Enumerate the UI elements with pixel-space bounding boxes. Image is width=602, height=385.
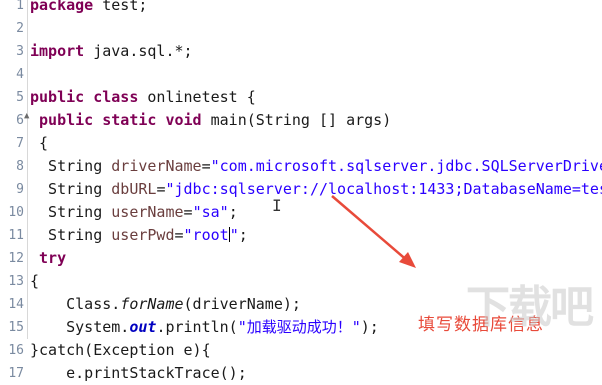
text-cursor-icon: I xyxy=(272,196,282,215)
code-token: ; xyxy=(238,226,248,244)
code-token: userPwd xyxy=(111,226,175,244)
code-token: String xyxy=(30,203,112,221)
code-token: "jdbc:sqlserver://localhost:1433;Databas… xyxy=(165,180,602,198)
line-number: 16 xyxy=(8,343,24,358)
code-line[interactable]: e.printStackTrace(); xyxy=(30,362,247,385)
code-token: String xyxy=(30,180,112,198)
code-token: "加载驱动成功！" xyxy=(237,318,361,336)
code-token: public class xyxy=(30,88,139,106)
code-token: = xyxy=(183,203,193,221)
watermark-logo: 下载吧 xyxy=(466,282,594,333)
code-line[interactable]: import java.sql.*; xyxy=(30,40,193,63)
code-line[interactable]: public class onlinetest { xyxy=(30,86,256,109)
line-number: 6 xyxy=(16,113,24,128)
code-token: "com.microsoft.sqlserver.jdbc.SQLServerD… xyxy=(210,157,602,175)
code-line[interactable]: String userName="sa"; xyxy=(30,201,238,224)
line-number: 10 xyxy=(8,205,24,220)
code-token: onlinetest { xyxy=(138,88,256,106)
code-token: try xyxy=(30,249,67,267)
code-token: String xyxy=(30,157,112,175)
code-token: forName xyxy=(120,295,184,313)
line-number: 17 xyxy=(8,366,24,381)
line-number: 2 xyxy=(16,21,24,36)
code-token: main(String [] args) xyxy=(201,111,392,129)
code-token: userName xyxy=(111,203,184,221)
line-number: 9 xyxy=(16,182,24,197)
code-token: import xyxy=(30,42,85,60)
code-token: Class. xyxy=(30,295,121,313)
code-token: driverName xyxy=(111,157,202,175)
code-token: java.sql.*; xyxy=(84,42,193,60)
code-token: .println( xyxy=(156,318,238,336)
code-token: public static void xyxy=(30,111,202,129)
code-token: "sa" xyxy=(192,203,229,221)
code-token: e.printStackTrace(); xyxy=(30,364,247,382)
code-token: ; xyxy=(228,203,238,221)
code-line[interactable]: String userPwd="root"; xyxy=(30,224,248,247)
line-number: 15 xyxy=(8,320,24,335)
code-line[interactable]: System.out.println("加载驱动成功！"); xyxy=(30,316,379,339)
code-token: package xyxy=(30,0,94,14)
code-token: (driverName); xyxy=(183,295,301,313)
code-line[interactable]: }catch(Exception e){ xyxy=(30,339,211,362)
code-token: System. xyxy=(30,318,130,336)
code-token: { xyxy=(30,272,40,290)
code-token: { xyxy=(30,134,49,152)
code-line[interactable]: { xyxy=(30,270,39,293)
line-number: 13 xyxy=(8,274,24,289)
code-line[interactable]: try xyxy=(30,247,66,270)
code-line[interactable]: Class.forName(driverName); xyxy=(30,293,301,316)
code-line[interactable]: { xyxy=(30,132,48,155)
code-token: = xyxy=(201,157,211,175)
code-line[interactable]: public static void main(String [] args) xyxy=(30,109,391,132)
code-token: ); xyxy=(360,318,379,336)
line-number-gutter: 1 2 3 4 5 6 ▲ 7 8 9 10 11 12 13 14 15 16 17 xyxy=(0,0,30,381)
override-marker-icon: ▲ xyxy=(24,111,30,121)
code-token: "root xyxy=(183,226,229,244)
code-line[interactable]: String dbURL="jdbc:sqlserver://localhost… xyxy=(30,178,602,201)
code-token: out xyxy=(129,318,157,336)
code-token: = xyxy=(174,226,184,244)
line-number: 5 xyxy=(16,90,24,105)
line-number: 3 xyxy=(16,44,24,59)
line-number: 8 xyxy=(16,159,24,174)
line-number: 4 xyxy=(16,67,24,82)
line-number: 1 xyxy=(16,0,24,13)
line-number: 14 xyxy=(8,297,24,312)
code-token: String xyxy=(30,226,112,244)
line-number: 12 xyxy=(8,251,24,266)
code-token: test; xyxy=(93,0,148,14)
line-number: 7 xyxy=(16,136,24,151)
code-token: dbURL xyxy=(111,180,157,198)
code-token: " xyxy=(229,226,239,244)
code-line[interactable]: String driverName="com.microsoft.sqlserv… xyxy=(30,155,602,178)
code-line[interactable]: package test; xyxy=(30,0,147,17)
code-token: }catch(Exception e){ xyxy=(30,341,211,359)
line-number: 11 xyxy=(8,228,24,243)
